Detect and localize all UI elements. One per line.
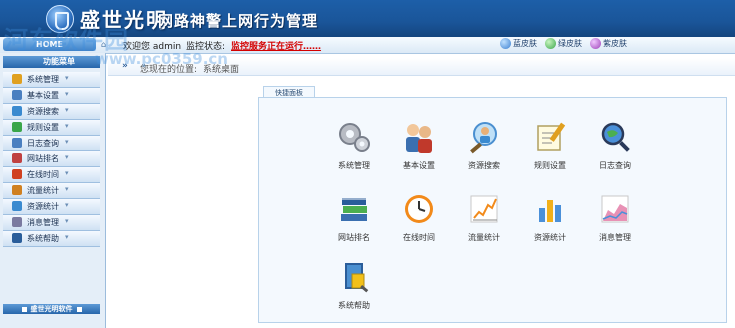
gears-icon <box>339 123 370 152</box>
quick-tile-label: 在线时间 <box>403 233 435 242</box>
quick-tile-search[interactable]: 资源搜索 <box>455 120 511 178</box>
area-chart-icon <box>601 195 629 223</box>
sidebar-item-log[interactable]: 日志查询 ▾ <box>3 135 100 152</box>
sidebar-item-search[interactable]: 资源搜索 ▾ <box>3 103 100 120</box>
sidebar-item-rules[interactable]: 规则设置 ▾ <box>3 119 100 136</box>
quick-tile-rank[interactable]: 网站排名 <box>325 192 381 250</box>
skin-blue-label: 蓝皮肤 <box>513 39 537 48</box>
sidebar-item-label: 流量统计 <box>27 186 59 196</box>
quick-tile-label: 网站排名 <box>338 233 370 242</box>
search-icon <box>12 105 22 116</box>
sidebar-footer-label: 盛世光明软件 <box>30 305 73 313</box>
gear-icon <box>12 74 22 84</box>
quick-tile-label: 资源搜索 <box>468 161 500 170</box>
bullet-icon <box>76 306 82 312</box>
quick-tile-label: 日志查询 <box>599 161 631 170</box>
quick-tile-stats[interactable]: 资源统计 <box>521 192 577 250</box>
quick-tile-label: 基本设置 <box>403 161 435 170</box>
sidebar-item-label: 在线时间 <box>27 170 59 180</box>
sidebar-item-online[interactable]: 在线时间 ▾ <box>3 167 100 184</box>
quick-tile-help[interactable]: 系统帮助 <box>325 260 381 318</box>
quick-tile-log[interactable]: 日志查询 <box>586 120 642 178</box>
sidebar-item-label: 日志查询 <box>27 138 59 148</box>
chevron-down-icon: ▾ <box>65 137 69 146</box>
bar-chart-icon <box>539 200 561 222</box>
sidebar-item-system[interactable]: 系统管理 ▾ <box>3 72 100 88</box>
quick-tile-label: 流量统计 <box>468 233 500 242</box>
quick-tile-message[interactable]: 消息管理 <box>586 192 642 250</box>
sidebar-item-label: 资源统计 <box>27 202 59 212</box>
sidebar-item-traffic[interactable]: 流量统计 ▾ <box>3 183 100 200</box>
chevron-down-icon: ▾ <box>65 121 69 130</box>
sidebar-item-label: 规则设置 <box>27 122 59 132</box>
quick-tile-label: 资源统计 <box>534 233 566 242</box>
skin-blue-icon <box>500 38 511 49</box>
chevron-down-icon: ▾ <box>65 89 69 98</box>
edit-doc-icon <box>537 122 566 151</box>
chevron-down-icon: ▾ <box>65 217 69 226</box>
clock-icon <box>12 169 22 180</box>
chevron-down-icon: ▾ <box>65 169 69 178</box>
app-title: 网路神警上网行为管理 <box>158 12 319 30</box>
sidebar-item-help[interactable]: 系统帮助 ▾ <box>3 230 100 247</box>
skin-purple-label: 紫皮肤 <box>603 39 627 48</box>
sidebar-item-stats[interactable]: 资源统计 ▾ <box>3 199 100 216</box>
magnifier-globe-icon <box>601 122 630 152</box>
search-user-icon <box>470 122 497 154</box>
clock-icon <box>405 195 433 223</box>
help-book-icon <box>345 263 369 293</box>
help-icon <box>12 232 22 243</box>
quick-tile-online[interactable]: 在线时间 <box>390 192 446 250</box>
sidebar-item-label: 资源搜索 <box>27 106 59 116</box>
sidebar-item-message[interactable]: 消息管理 ▾ <box>3 215 100 231</box>
quick-tile-system[interactable]: 系统管理 <box>325 120 381 178</box>
sidebar-title: 功能菜单 <box>3 56 100 68</box>
chevron-down-icon: ▾ <box>65 185 69 194</box>
log-icon <box>12 137 22 148</box>
bullet-icon <box>21 306 27 312</box>
chevron-down-icon: ▾ <box>65 153 69 162</box>
sidebar-item-label: 网站排名 <box>27 154 59 164</box>
quick-tile-label: 消息管理 <box>599 233 631 242</box>
rules-icon <box>12 121 22 132</box>
monitor-status-value[interactable]: 监控服务正在运行…… <box>231 39 321 52</box>
quick-tile-basic[interactable]: 基本设置 <box>390 120 446 178</box>
skin-blue-button[interactable]: 蓝皮肤 <box>500 38 537 49</box>
skin-green-label: 绿皮肤 <box>558 39 582 48</box>
sidebar-item-label: 系统帮助 <box>27 233 59 243</box>
skin-green-icon <box>545 38 556 49</box>
quick-tile-label: 规则设置 <box>534 161 566 170</box>
sidebar-item-label: 系统管理 <box>27 75 59 84</box>
quick-tile-traffic[interactable]: 流量统计 <box>455 192 511 250</box>
watermark-url: www.pc0359.cn <box>95 50 228 68</box>
rank-icon <box>12 153 22 164</box>
sidebar-item-basic[interactable]: 基本设置 ▾ <box>3 87 100 104</box>
quick-panel: 系统管理 基本设置 资源搜索 规则设置 日志查询 网站排名 在线时间 流量统计 … <box>258 97 727 323</box>
message-icon <box>12 217 22 228</box>
line-chart-icon <box>470 195 498 223</box>
chevron-down-icon: ▾ <box>65 201 69 210</box>
users-icon <box>406 124 432 153</box>
chevron-down-icon: ▾ <box>65 232 69 241</box>
skin-purple-button[interactable]: 紫皮肤 <box>590 38 627 49</box>
sidebar-footer: 盛世光明软件 <box>3 304 100 314</box>
books-icon <box>341 198 367 221</box>
quick-tile-label: 系统管理 <box>338 161 370 170</box>
quick-tile-rules[interactable]: 规则设置 <box>521 120 577 178</box>
sidebar-menu: 系统管理 ▾ 基本设置 ▾ 资源搜索 ▾ 规则设置 ▾ 日志查询 ▾ 网站排名 ▾ 在线时间… <box>3 72 100 247</box>
sidebar-item-label: 基本设置 <box>27 90 59 100</box>
traffic-icon <box>12 185 22 196</box>
stats-icon <box>12 201 22 212</box>
sidebar: 功能菜单 系统管理 ▾ 基本设置 ▾ 资源搜索 ▾ 规则设置 ▾ 日志查询 ▾ 网站排名 ▾… <box>0 53 106 328</box>
skin-purple-icon <box>590 38 601 49</box>
chevron-down-icon: ▾ <box>65 74 69 82</box>
sidebar-item-label: 消息管理 <box>27 218 59 228</box>
chevron-down-icon: ▾ <box>65 105 69 114</box>
users-icon <box>12 89 22 100</box>
skin-green-button[interactable]: 绿皮肤 <box>545 38 582 49</box>
quick-tile-label: 系统帮助 <box>338 301 370 310</box>
sidebar-item-rank[interactable]: 网站排名 ▾ <box>3 151 100 168</box>
